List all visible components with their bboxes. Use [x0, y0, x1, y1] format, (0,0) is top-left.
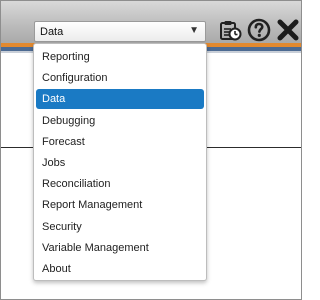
menu-item-forecast[interactable]: Forecast: [36, 132, 204, 152]
section-select[interactable]: Data ▼: [34, 21, 206, 42]
menu-item-debugging[interactable]: Debugging: [36, 111, 204, 131]
section-select-value: Data: [40, 26, 64, 38]
menu-item-security[interactable]: Security: [36, 217, 204, 237]
menu-item-variable-management[interactable]: Variable Management: [36, 238, 204, 258]
menu-item-data[interactable]: Data: [36, 89, 204, 110]
clipboard-clock-icon[interactable]: [218, 18, 242, 42]
menu-item-configuration[interactable]: Configuration: [36, 68, 204, 88]
chevron-down-icon: ▼: [189, 25, 199, 36]
menu-item-about[interactable]: About: [36, 259, 204, 279]
help-icon[interactable]: [247, 18, 271, 42]
close-icon[interactable]: [276, 18, 300, 42]
menu-item-report-management[interactable]: Report Management: [36, 195, 204, 215]
app-window: Data ▼ Reporting Configuration Data Debuggi…: [0, 0, 302, 300]
menu-item-reconciliation[interactable]: Reconciliation: [36, 174, 204, 194]
menu-item-reporting[interactable]: Reporting: [36, 47, 204, 67]
menu-item-jobs[interactable]: Jobs: [36, 153, 204, 173]
section-dropdown-menu: Reporting Configuration Data Debugging Forec…: [33, 43, 207, 281]
